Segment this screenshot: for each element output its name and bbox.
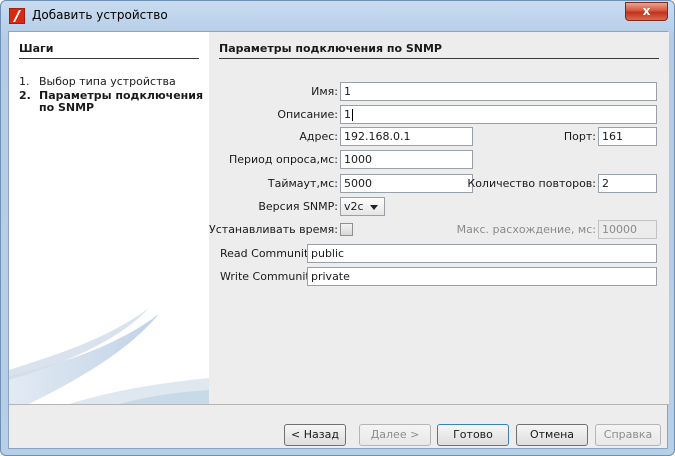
set-time-label: Устанавливать время:	[209, 223, 338, 236]
set-time-checkbox[interactable]	[340, 223, 353, 236]
help-button: Справка	[595, 424, 661, 446]
close-button[interactable]: x	[625, 2, 668, 21]
cancel-button[interactable]: Отмена	[516, 424, 588, 446]
retries-label: Количество повторов:	[467, 177, 596, 190]
step-item-2: 2. Параметры подключения по SNMP	[19, 90, 205, 114]
read-community-label: Read Community:	[220, 247, 318, 260]
port-input[interactable]: 161	[598, 127, 657, 146]
close-icon: x	[642, 4, 651, 18]
step-number: 2.	[19, 89, 31, 102]
retries-input[interactable]: 2	[598, 174, 657, 193]
read-community-input[interactable]: public	[307, 244, 657, 263]
max-drift-label: Макс. расхождение, мс:	[456, 223, 596, 236]
description-label: Описание:	[277, 108, 338, 121]
section-title: Параметры подключения по SNMP	[219, 42, 659, 59]
back-button[interactable]: < Назад	[284, 424, 346, 446]
timeout-input[interactable]: 5000	[340, 174, 473, 193]
finish-button[interactable]: Готово	[437, 424, 509, 446]
steps-list: 1. Выбор типа устройства 2. Параметры по…	[19, 76, 205, 116]
max-drift-input: 10000	[598, 220, 657, 239]
window-title: Добавить устройство	[32, 8, 168, 22]
poll-period-input[interactable]: 1000	[340, 150, 473, 169]
step-label: Выбор типа устройства	[39, 75, 176, 88]
next-button: Далее >	[359, 424, 431, 446]
steps-panel: Шаги 1. Выбор типа устройства 2. Парамет…	[9, 32, 209, 404]
description-input[interactable]: 1	[340, 105, 657, 124]
address-label: Адрес:	[299, 130, 338, 143]
timeout-label: Таймаут,мс:	[267, 177, 338, 190]
name-label: Имя:	[311, 85, 338, 98]
title-bar[interactable]: Добавить устройство x	[1, 1, 674, 29]
decorative-swoosh-graphic	[9, 308, 209, 404]
write-community-label: Write Community:	[220, 270, 320, 283]
snmp-version-select[interactable]: v2c	[340, 197, 385, 216]
address-input[interactable]: 192.168.0.1	[340, 127, 473, 146]
chevron-down-icon	[369, 204, 378, 210]
write-community-input[interactable]: private	[307, 267, 657, 286]
dialog-client-area: Шаги 1. Выбор типа устройства 2. Парамет…	[8, 31, 669, 449]
snmp-settings-panel: Параметры подключения по SNMP Имя: 1 Опи…	[209, 32, 669, 404]
step-number: 1.	[19, 75, 30, 88]
snmp-version-label: Версия SNMP:	[258, 200, 338, 213]
app-logo-icon	[9, 8, 25, 24]
dialog-window: Добавить устройство x Шаги 1. Выбор типа…	[0, 0, 675, 456]
port-label: Порт:	[563, 130, 596, 143]
step-item-1: 1. Выбор типа устройства	[19, 76, 205, 88]
footer-divider	[9, 404, 669, 405]
text-cursor	[352, 109, 353, 121]
name-input[interactable]: 1	[340, 82, 657, 101]
description-value: 1	[344, 108, 351, 121]
poll-period-label: Период опроса,мс:	[229, 153, 338, 166]
steps-title: Шаги	[19, 42, 199, 59]
step-label: Параметры подключения по SNMP	[39, 89, 204, 114]
snmp-version-value: v2c	[344, 200, 364, 213]
